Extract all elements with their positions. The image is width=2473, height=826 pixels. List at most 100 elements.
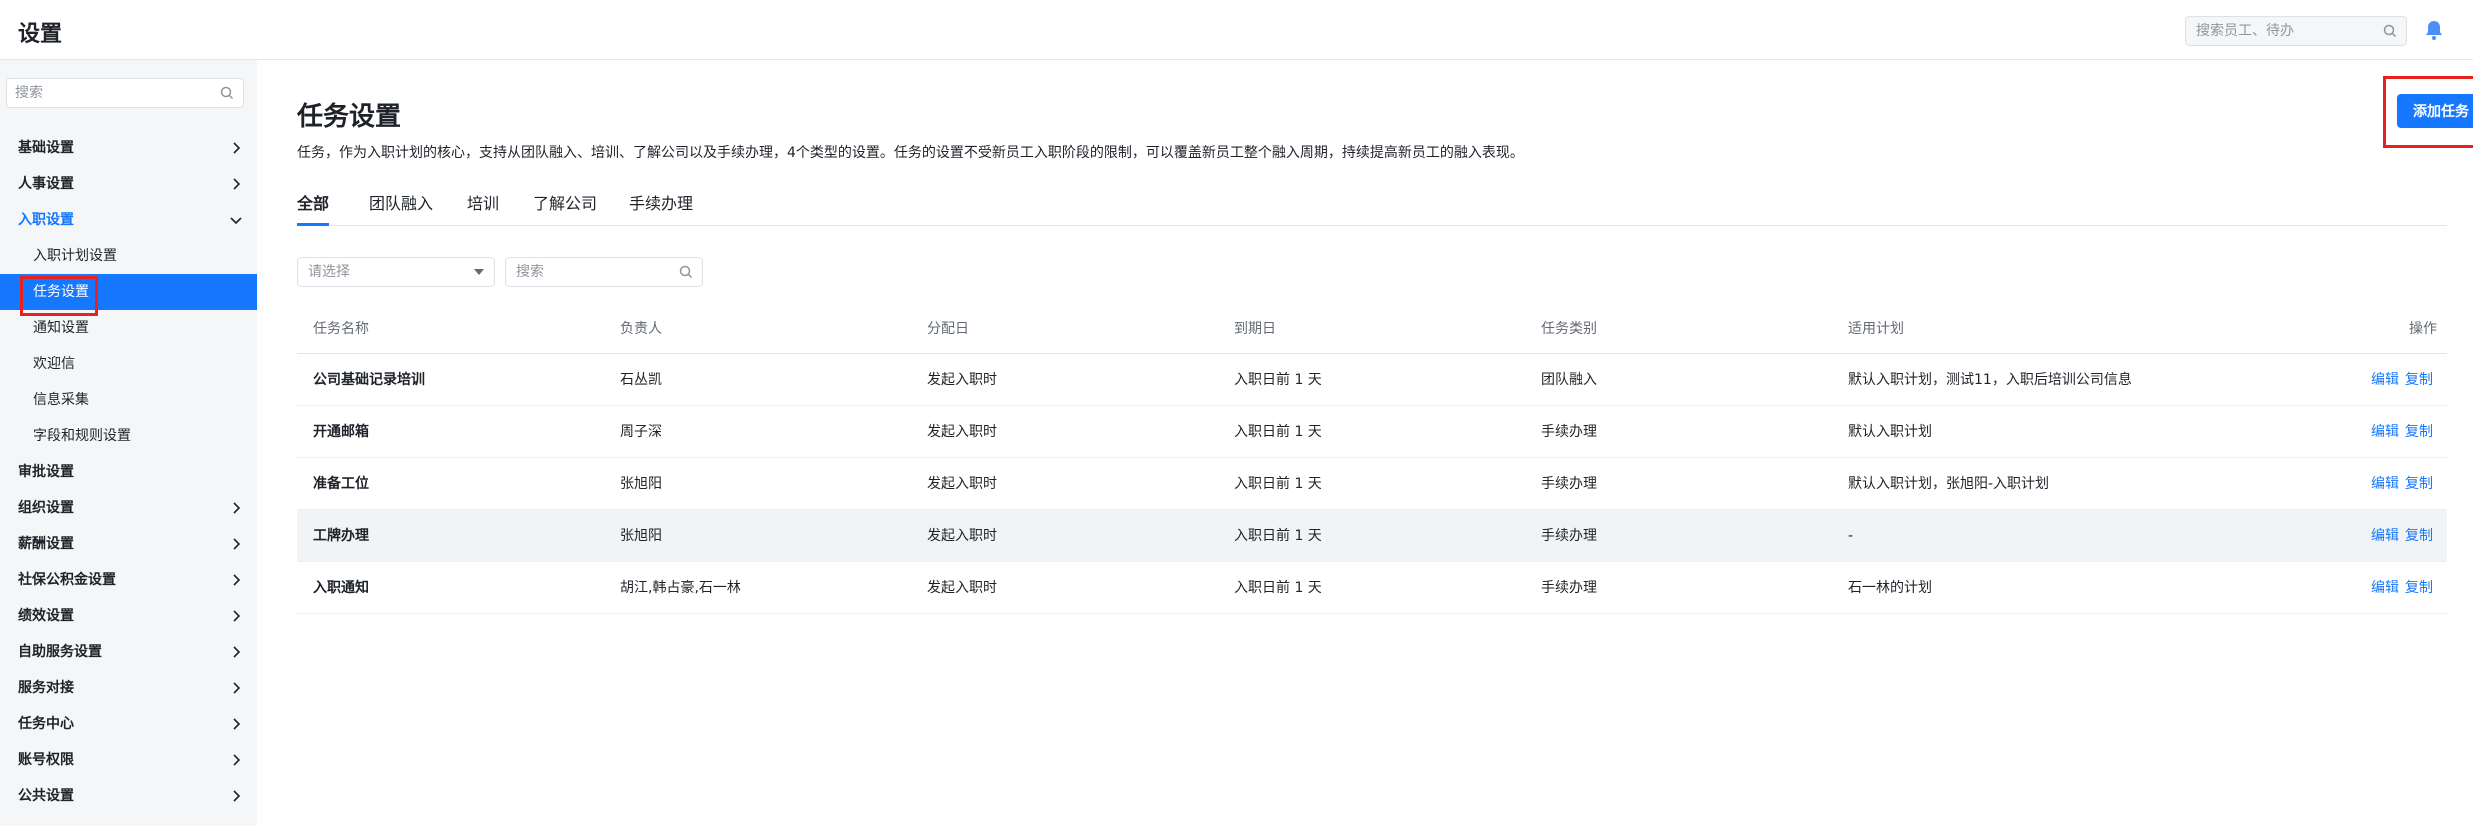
sidebar-item-hr[interactable]: 人事设置 [0, 166, 257, 202]
caret-down-icon [474, 269, 484, 275]
task-due-day: 入职日前 1 天 [1234, 476, 1322, 492]
chevron-right-icon [233, 646, 241, 658]
chevron-right-icon [233, 610, 241, 622]
sidebar-item-org[interactable]: 组织设置 [0, 490, 257, 526]
edit-link[interactable]: 编辑 [2371, 562, 2399, 614]
top-bar: 设置 [0, 0, 2473, 60]
task-category: 手续办理 [1541, 424, 1597, 440]
column-header: 适用计划 [1848, 321, 1904, 337]
task-assign-day: 发起入职时 [927, 476, 997, 492]
table-row[interactable]: 工牌办理 张旭阳 发起入职时 入职日前 1 天 手续办理 - 编辑 复制 [297, 510, 2447, 562]
chevron-right-icon [233, 178, 241, 190]
table-row[interactable]: 入职通知 胡江,韩占豪,石一林 发起入职时 入职日前 1 天 手续办理 石一林的… [297, 562, 2447, 614]
sidebar-item-task-center[interactable]: 任务中心 [0, 706, 257, 742]
task-due-day: 入职日前 1 天 [1234, 372, 1322, 388]
sidebar-item-self-service[interactable]: 自助服务设置 [0, 634, 257, 670]
column-header: 操作 [2409, 321, 2437, 337]
add-task-button[interactable]: 添加任务 [2397, 94, 2473, 128]
sidebar: 基础设置 人事设置 入职设置 入职计划设置 任务设置 通知设置 欢迎信 信息采集… [0, 60, 257, 826]
copy-link[interactable]: 复制 [2405, 406, 2433, 458]
table-row[interactable]: 开通邮箱 周子深 发起入职时 入职日前 1 天 手续办理 默认入职计划 编辑 复… [297, 406, 2447, 458]
copy-link[interactable]: 复制 [2405, 458, 2433, 510]
chevron-right-icon [233, 574, 241, 586]
column-header: 到期日 [1234, 321, 1276, 337]
task-name: 开通邮箱 [313, 424, 369, 440]
edit-link[interactable]: 编辑 [2371, 354, 2399, 406]
task-owner: 周子深 [620, 424, 662, 440]
sidebar-item-approval[interactable]: 审批设置 [0, 454, 257, 490]
sidebar-item-task-settings[interactable]: 任务设置 [0, 274, 257, 316]
sidebar-search[interactable] [6, 78, 244, 108]
chevron-down-icon [230, 217, 242, 225]
task-category: 手续办理 [1541, 528, 1597, 544]
sidebar-item-fields-rules[interactable]: 字段和规则设置 [0, 418, 257, 454]
app-title: 设置 [18, 22, 63, 47]
sidebar-item-onboarding-plan[interactable]: 入职计划设置 [0, 238, 257, 274]
chevron-right-icon [233, 538, 241, 550]
edit-link[interactable]: 编辑 [2371, 458, 2399, 510]
search-icon[interactable] [2382, 23, 2398, 39]
sidebar-item-salary[interactable]: 薪酬设置 [0, 526, 257, 562]
task-category: 手续办理 [1541, 476, 1597, 492]
sidebar-item-onboarding[interactable]: 入职设置 [0, 202, 257, 238]
page-title: 任务设置 [297, 102, 402, 132]
task-category: 团队融入 [1541, 372, 1597, 388]
sidebar-item-notification[interactable]: 通知设置 [0, 310, 257, 346]
task-assign-day: 发起入职时 [927, 424, 997, 440]
sidebar-item-performance[interactable]: 绩效设置 [0, 598, 257, 634]
tab-procedures[interactable]: 手续办理 [629, 190, 693, 226]
tab-all[interactable]: 全部 [297, 190, 330, 226]
tab-about-company[interactable]: 了解公司 [533, 190, 597, 226]
task-table: 任务名称 负责人 分配日 到期日 任务类别 适用计划 操作 公司基础记录培训 石… [297, 304, 2447, 614]
global-search[interactable] [2185, 16, 2407, 46]
chevron-right-icon [233, 502, 241, 514]
column-header: 负责人 [620, 321, 662, 337]
task-due-day: 入职日前 1 天 [1234, 528, 1322, 544]
page-description: 任务，作为入职计划的核心，支持从团队融入、培训、了解公司以及手续办理，4个类型的… [297, 145, 1524, 161]
chevron-right-icon [233, 718, 241, 730]
sidebar-item-account-permissions[interactable]: 账号权限 [0, 742, 257, 778]
search-icon[interactable] [678, 264, 694, 280]
edit-link[interactable]: 编辑 [2371, 510, 2399, 562]
copy-link[interactable]: 复制 [2405, 354, 2433, 406]
table-row[interactable]: 公司基础记录培训 石丛凯 发起入职时 入职日前 1 天 团队融入 默认入职计划，… [297, 354, 2447, 406]
task-owner: 张旭阳 [620, 528, 662, 544]
bell-icon[interactable] [2422, 18, 2446, 42]
tab-training[interactable]: 培训 [467, 190, 499, 226]
task-search-input[interactable] [506, 258, 666, 286]
edit-link[interactable]: 编辑 [2371, 406, 2399, 458]
sidebar-item-welcome-letter[interactable]: 欢迎信 [0, 346, 257, 382]
sidebar-item-basic[interactable]: 基础设置 [0, 130, 257, 166]
copy-link[interactable]: 复制 [2405, 510, 2433, 562]
chevron-right-icon [233, 682, 241, 694]
chevron-right-icon [233, 754, 241, 766]
table-header: 任务名称 负责人 分配日 到期日 任务类别 适用计划 操作 [297, 304, 2447, 354]
sidebar-item-info-collection[interactable]: 信息采集 [0, 382, 257, 418]
column-header: 任务名称 [313, 321, 369, 337]
task-due-day: 入职日前 1 天 [1234, 580, 1322, 596]
copy-link[interactable]: 复制 [2405, 562, 2433, 614]
chevron-right-icon [233, 142, 241, 154]
category-select[interactable]: 请选择 [297, 257, 495, 287]
column-header: 任务类别 [1541, 321, 1597, 337]
sidebar-item-social-security[interactable]: 社保公积金设置 [0, 562, 257, 598]
task-search[interactable] [505, 257, 703, 287]
task-name: 入职通知 [313, 580, 369, 596]
search-icon[interactable] [219, 85, 235, 101]
sidebar-item-service-integration[interactable]: 服务对接 [0, 670, 257, 706]
tab-team[interactable]: 团队融入 [369, 190, 433, 226]
tab-bar: 全部 团队融入 培训 了解公司 手续办理 [297, 190, 2447, 226]
task-category: 手续办理 [1541, 580, 1597, 596]
task-owner: 张旭阳 [620, 476, 662, 492]
table-row[interactable]: 准备工位 张旭阳 发起入职时 入职日前 1 天 手续办理 默认入职计划，张旭阳-… [297, 458, 2447, 510]
task-plan: 默认入职计划 [1848, 424, 1932, 440]
main-content: 任务设置 任务，作为入职计划的核心，支持从团队融入、培训、了解公司以及手续办理，… [257, 60, 2473, 826]
task-name: 公司基础记录培训 [313, 372, 425, 388]
column-header: 分配日 [927, 321, 969, 337]
task-plan: 石一林的计划 [1848, 580, 1932, 596]
global-search-input[interactable] [2186, 17, 2376, 45]
task-assign-day: 发起入职时 [927, 580, 997, 596]
task-assign-day: 发起入职时 [927, 528, 997, 544]
sidebar-search-input[interactable] [7, 79, 207, 107]
sidebar-item-public[interactable]: 公共设置 [0, 778, 257, 814]
